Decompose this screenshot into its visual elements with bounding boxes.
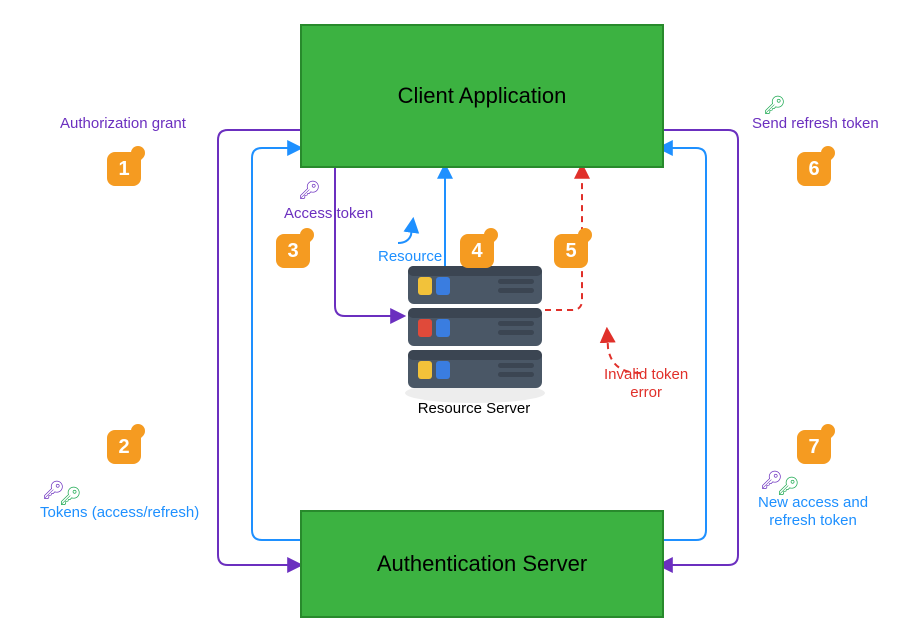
step-badge-6: 6 — [797, 152, 831, 186]
step-label-2: Tokens (access/refresh) — [40, 504, 199, 522]
step-badge-3: 3 — [276, 234, 310, 268]
step-label-6: Send refresh token — [752, 115, 879, 133]
server-icon — [405, 266, 545, 403]
key-icons-step2: 🔑︎🔑︎ — [42, 480, 80, 501]
step-badge-4: 4 — [460, 234, 494, 268]
arrow-step4-curl — [398, 220, 413, 243]
step-badge-2: 2 — [107, 430, 141, 464]
step-label-3: Access token — [284, 205, 373, 223]
step-badge-5: 5 — [554, 234, 588, 268]
authentication-server-label: Authentication Server — [377, 551, 587, 577]
arrow-step6 — [660, 130, 738, 565]
step-label-5: Invalid token error — [604, 366, 688, 402]
client-application-box: Client Application — [300, 24, 664, 168]
key-icons-step7: 🔑︎🔑︎ — [760, 470, 798, 491]
step-badge-7: 7 — [797, 430, 831, 464]
arrow-step1 — [218, 130, 300, 565]
arrow-step3 — [335, 165, 403, 316]
authentication-server-box: Authentication Server — [300, 510, 664, 618]
client-application-label: Client Application — [398, 83, 567, 109]
resource-server-label: Resource Server — [402, 400, 546, 418]
oauth-refresh-diagram: Client Application Authentication Server… — [0, 0, 913, 641]
arrow-step7 — [660, 148, 706, 540]
step-label-1: Authorization grant — [60, 115, 186, 133]
step-badge-1: 1 — [107, 152, 141, 186]
step-label-7: New access and refresh token — [758, 494, 868, 530]
key-icon-step6: 🔑︎ — [763, 95, 784, 116]
key-icon-step3: 🔑︎ — [298, 180, 319, 201]
step-label-4: Resource — [378, 248, 442, 266]
